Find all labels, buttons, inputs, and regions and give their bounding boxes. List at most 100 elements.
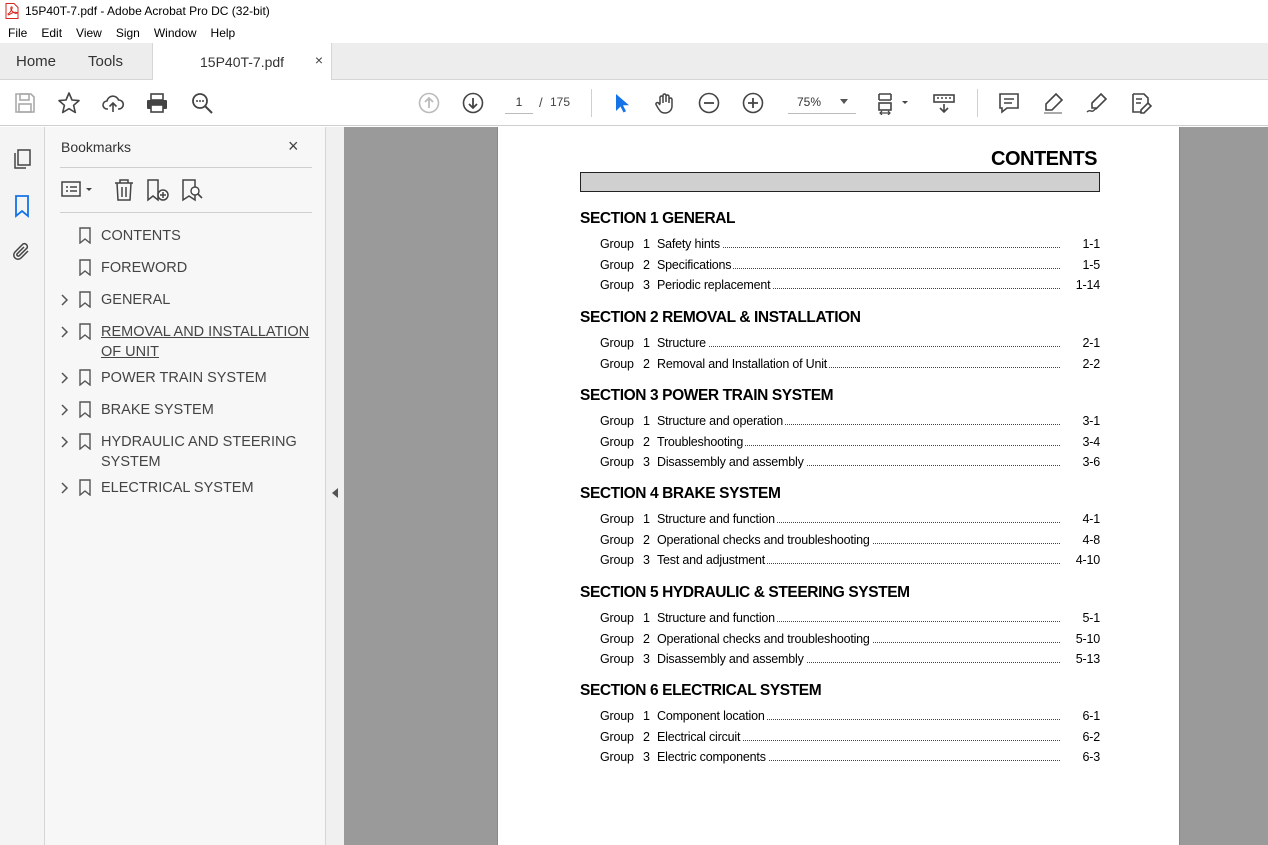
menu-sign[interactable]: Sign [110,26,146,40]
group-label: Group [600,631,634,646]
bookmark-label: REMOVAL AND INSTALLATION OF UNIT [101,324,310,360]
toc-entry[interactable]: Group 3 Disassembly and assembly 5-13 [580,649,1100,670]
chevron-right-icon[interactable] [59,435,69,448]
entry-title-wrap: Test and adjustment [657,553,1060,568]
menu-file[interactable]: File [2,26,33,40]
group-number: 3 [643,278,650,293]
left-rail [0,127,45,845]
entry-title: Operational checks and troubleshooting [657,631,872,646]
toc-entry[interactable]: Group 1 Component location 6-1 [580,706,1100,727]
toc-entry[interactable]: Group 2 Electrical circuit 6-2 [580,727,1100,748]
toc-entry[interactable]: Group 2 Troubleshooting 3-4 [580,432,1100,453]
scroll-mode-icon[interactable] [932,91,956,115]
entry-title-wrap: Structure [657,336,1060,350]
entry-title: Structure and function [657,611,777,625]
toc-entry[interactable]: Group 2 Operational checks and troubleshoo… [580,629,1100,650]
hand-icon[interactable] [653,91,677,115]
toc-entry[interactable]: Group 1 Safety hints 1-1 [580,234,1100,255]
chevron-right-icon[interactable] [59,481,69,494]
toc-entry[interactable]: Group 2 Removal and Installation of Unit 2-… [580,354,1100,375]
group-label: Group [600,434,634,449]
document-area[interactable]: CONTENTS SECTION 1 GENERAL Group 1 Safety h… [344,127,1268,845]
group-number: 2 [643,434,650,449]
entry-title: Electric components [657,750,768,765]
bookmark-options-icon[interactable] [60,177,96,203]
chevron-right-icon[interactable] [59,403,69,416]
group-number: 3 [643,455,650,470]
bookmark-icon [78,291,92,309]
menu-edit[interactable]: Edit [35,26,68,40]
star-icon[interactable] [57,91,81,115]
group-label: Group [600,729,634,744]
page-separator: / [539,95,543,110]
next-page-icon[interactable] [461,91,485,115]
close-panel-icon[interactable]: × [288,136,299,157]
bookmark-panel-icon[interactable] [10,194,34,218]
entry-title: Troubleshooting [657,434,746,449]
toc-entry[interactable]: Group 3 Disassembly and assembly 3-6 [580,452,1100,473]
save-icon[interactable] [13,91,37,115]
zoom-in-icon[interactable] [741,91,765,115]
section-title: SECTION 4 BRAKE SYSTEM [580,485,781,502]
previous-page-icon[interactable] [417,91,441,115]
page-thumbnails-icon[interactable] [10,147,34,171]
sign-icon[interactable] [1085,91,1109,115]
select-pointer-icon[interactable] [609,91,633,115]
group-number: 2 [643,532,650,547]
cloud-upload-icon[interactable] [101,91,125,115]
page-ref: 4-10 [1075,553,1100,568]
print-icon[interactable] [145,91,169,115]
zoom-select[interactable]: 75% [788,90,856,114]
toc-entry[interactable]: Group 1 Structure and function 4-1 [580,509,1100,530]
panel-splitter[interactable] [326,127,344,845]
toc-entry[interactable]: Group 1 Structure and operation 3-1 [580,411,1100,432]
page-number-input[interactable] [505,90,533,114]
page-ref: 5-1 [1082,611,1101,625]
collapse-panel-icon[interactable] [332,488,338,498]
entry-title-wrap: Specifications [657,257,1060,272]
group-label: Group [600,750,634,765]
menu-help[interactable]: Help [205,26,242,40]
entry-title-wrap: Removal and Installation of Unit [657,356,1060,371]
edit-pdf-icon[interactable] [1129,91,1153,115]
toc-entry[interactable]: Group 2 Operational checks and troubleshoo… [580,530,1100,551]
highlight-icon[interactable] [1041,91,1065,115]
tab-tools[interactable]: Tools [88,53,123,70]
new-bookmark-icon[interactable] [144,177,170,203]
page-fit-icon[interactable] [876,91,912,116]
toc-entry[interactable]: Group 3 Test and adjustment 4-10 [580,550,1100,571]
tab-document[interactable]: 15P40T-7.pdf × [152,43,332,80]
page-ref: 1-14 [1075,278,1100,293]
tab-bar: Home Tools 15P40T-7.pdf × [0,43,1268,80]
toc-entry[interactable]: Group 1 Structure 2-1 [580,333,1100,354]
toc-entry[interactable]: Group 1 Structure and function 5-1 [580,608,1100,629]
bookmark-label: BRAKE SYSTEM [101,402,214,418]
entry-title: Operational checks and troubleshooting [657,532,872,547]
menu-window[interactable]: Window [148,26,203,40]
chevron-right-icon[interactable] [59,325,69,338]
toc-entry[interactable]: Group 2 Specifications 1-5 [580,255,1100,276]
toc-entry[interactable]: Group 3 Periodic replacement 1-14 [580,275,1100,296]
bookmark-label: ELECTRICAL SYSTEM [101,480,254,496]
bookmark-search-icon[interactable] [179,177,205,203]
section-title: SECTION 1 GENERAL [580,210,736,227]
entry-title-wrap: Structure and function [657,512,1060,526]
group-number: 3 [643,750,650,765]
find-zoom-icon[interactable] [190,91,214,115]
bookmark-label: POWER TRAIN SYSTEM [101,370,267,386]
comment-icon[interactable] [997,91,1021,115]
toc-entry[interactable]: Group 3 Electric components 6-3 [580,747,1100,768]
tab-home[interactable]: Home [16,53,56,70]
delete-bookmark-icon[interactable] [111,177,137,203]
group-number: 2 [643,356,650,371]
attachment-icon[interactable] [10,240,34,264]
close-tab-icon[interactable]: × [315,52,323,68]
menu-view[interactable]: View [70,26,108,40]
zoom-out-icon[interactable] [697,91,721,115]
chevron-right-icon[interactable] [59,371,69,384]
panel-title: Bookmarks [61,139,132,155]
page-ref: 2-1 [1082,336,1101,350]
page-ref: 4-1 [1082,512,1101,526]
chevron-right-icon[interactable] [59,293,69,306]
page-ref: 5-10 [1075,631,1100,646]
